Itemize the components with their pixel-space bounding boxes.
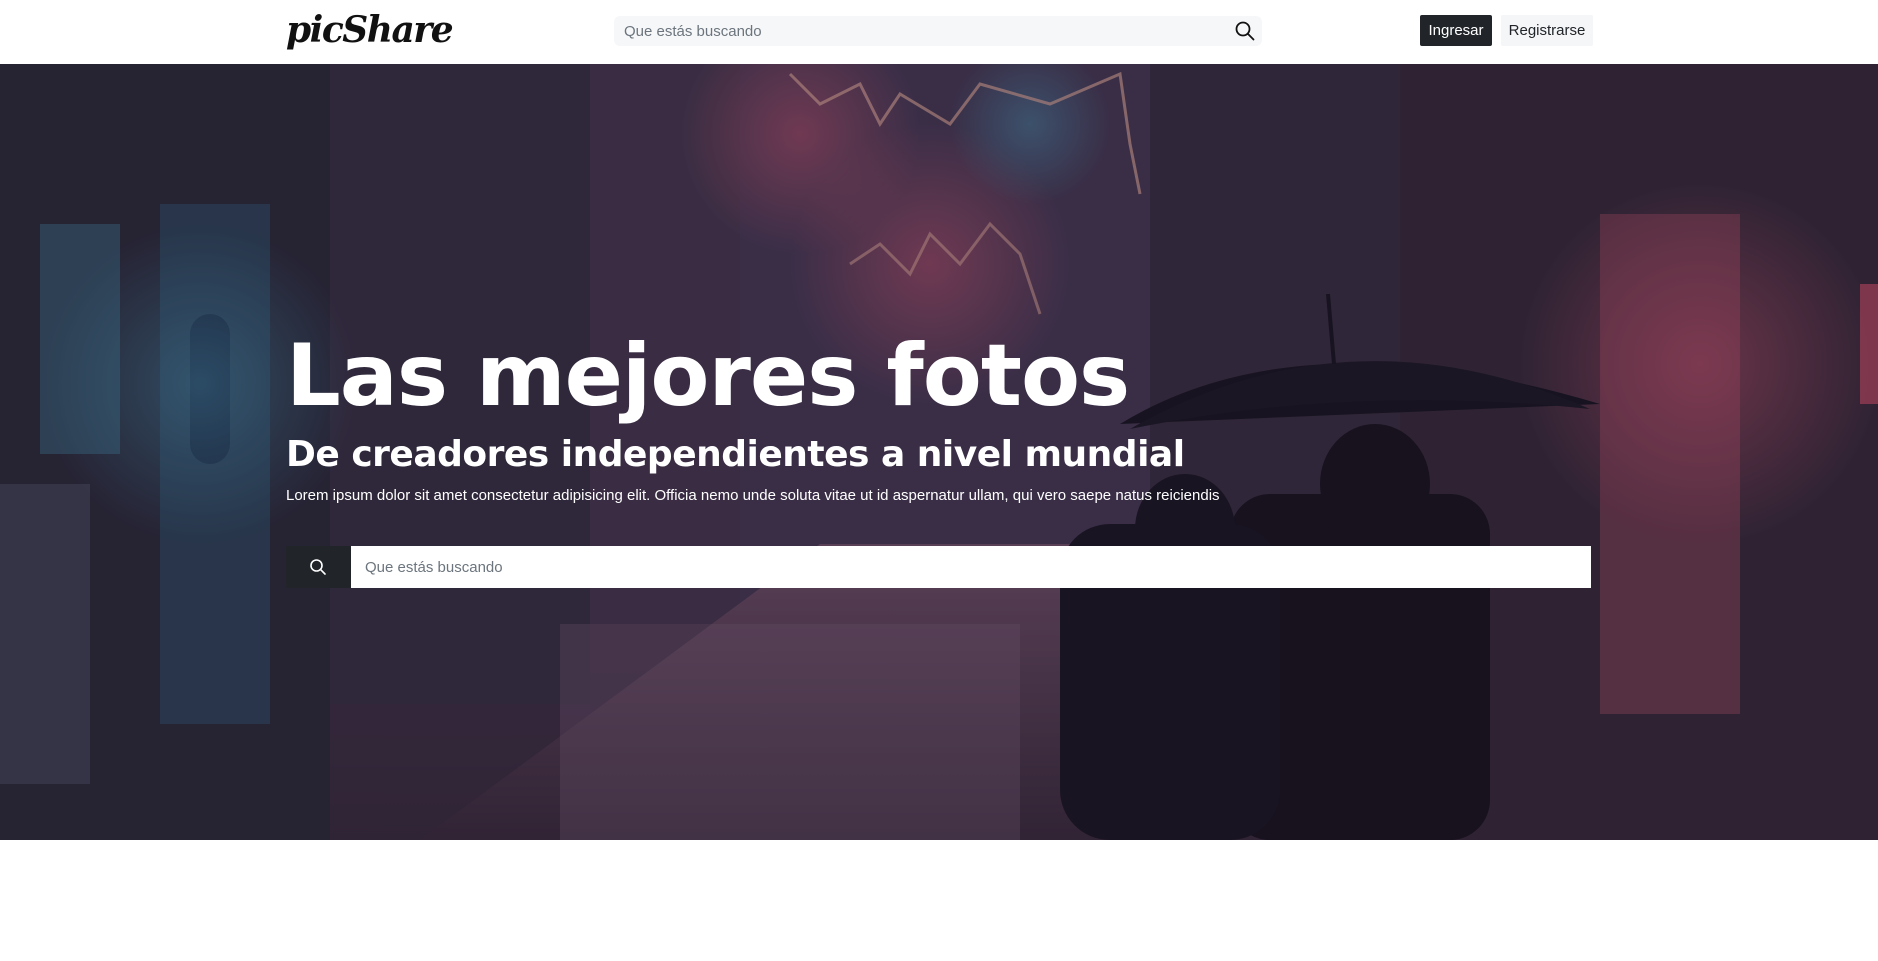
hero-banner: Las mejores fotos De creadores independi… — [0, 64, 1878, 840]
header-search-bar — [614, 16, 1262, 46]
register-button[interactable]: Registrarse — [1501, 15, 1593, 46]
login-button[interactable]: Ingresar — [1420, 15, 1492, 46]
search-icon — [310, 559, 326, 575]
top-navbar: picShare Ingresar Registrarse — [0, 0, 1878, 64]
search-icon[interactable] — [1233, 19, 1257, 43]
header-search-input[interactable] — [614, 16, 1214, 46]
logo[interactable]: picShare — [286, 6, 454, 54]
hero-description: Lorem ipsum dolor sit amet consectetur a… — [286, 487, 1220, 504]
hero-search-button[interactable] — [286, 546, 351, 588]
hero-subtitle: De creadores independientes a nivel mund… — [286, 434, 1185, 475]
hero-search-input[interactable] — [351, 546, 1591, 588]
hero-title: Las mejores fotos — [286, 326, 1130, 426]
